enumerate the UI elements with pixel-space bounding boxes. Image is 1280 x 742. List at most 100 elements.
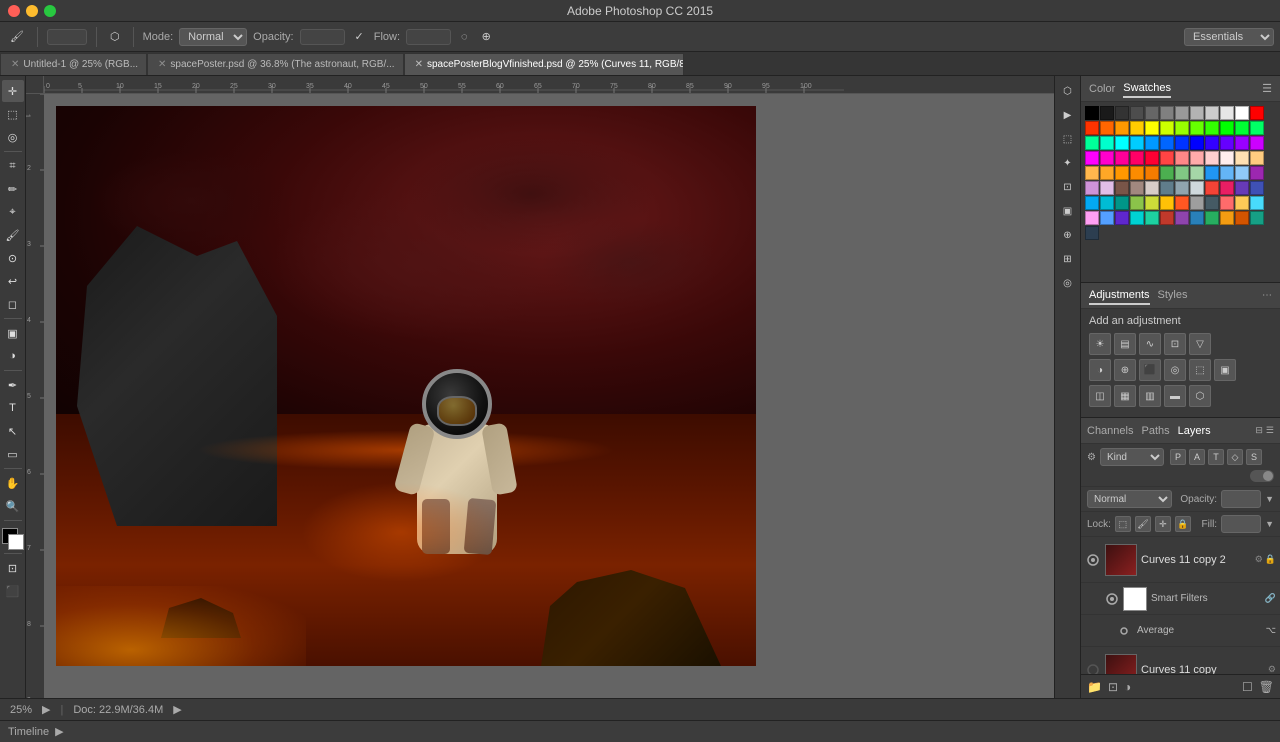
timeline-expand-icon[interactable]: ▶ <box>55 725 63 738</box>
move-tool[interactable]: ✛ <box>2 80 24 102</box>
quick-mask-tool[interactable]: ⊡ <box>2 557 24 579</box>
swatch-4d4d4d[interactable] <box>1130 106 1144 120</box>
swatch-795548[interactable] <box>1115 181 1129 195</box>
color-tab[interactable]: Color <box>1089 81 1115 97</box>
filter-smartobj-icon[interactable]: S <box>1246 449 1262 465</box>
history-tool[interactable]: ↩ <box>2 270 24 292</box>
swatch-16a085[interactable] <box>1250 211 1264 225</box>
minimize-button[interactable] <box>26 5 38 17</box>
canvas-area[interactable]: 0 5 10 15 20 25 30 35 40 <box>26 76 1054 698</box>
swatch-00ff00[interactable] <box>1220 121 1234 135</box>
swatch-00ff33[interactable] <box>1235 121 1249 135</box>
brush-size-input[interactable]: 584 <box>47 29 87 45</box>
panel-icon-4[interactable]: ✦ <box>1057 152 1079 174</box>
swatch-00ffff[interactable] <box>1115 136 1129 150</box>
tab-close-2[interactable]: ✕ <box>158 59 166 70</box>
lasso-tool[interactable]: ◎ <box>2 126 24 148</box>
bw-btn[interactable]: ⬛ <box>1139 359 1161 381</box>
swatch-f44336[interactable] <box>1205 181 1219 195</box>
swatch-ffff00[interactable] <box>1145 121 1159 135</box>
swatch-8e44ad[interactable] <box>1175 211 1189 225</box>
layer-visibility-curves11copy2[interactable] <box>1085 552 1101 568</box>
swatch-ff00cc[interactable] <box>1100 151 1114 165</box>
curves-btn[interactable]: ∿ <box>1139 333 1161 355</box>
swatch-00ccff[interactable] <box>1130 136 1144 150</box>
swatch-666666[interactable] <box>1145 106 1159 120</box>
swatch-0066ff[interactable] <box>1160 136 1174 150</box>
swatch-00bcd4[interactable] <box>1100 196 1114 210</box>
zoom-options-icon[interactable]: ▶ <box>42 703 50 716</box>
swatch-a1887f[interactable] <box>1130 181 1144 195</box>
canvas-document[interactable] <box>56 106 756 666</box>
hand-tool[interactable]: ✋ <box>2 472 24 494</box>
filter-kind-select[interactable]: Kind Name Effect Mode Attribute Color <box>1100 448 1164 466</box>
swatch-2980b9[interactable] <box>1190 211 1204 225</box>
brightness-contrast-btn[interactable]: ☀ <box>1089 333 1111 355</box>
layer-item-curves11copy2[interactable]: Curves 11 copy 2 ⚙ 🔒 <box>1081 537 1280 583</box>
filter-options-icon-1[interactable]: ⌥ <box>1266 625 1276 636</box>
swatch-ffd0d0[interactable] <box>1205 151 1219 165</box>
swatch-6600ff[interactable] <box>1220 136 1234 150</box>
swatch-ff0033[interactable] <box>1145 151 1159 165</box>
swatch-ff00ff[interactable] <box>1085 151 1099 165</box>
swatch-ff9ff3[interactable] <box>1085 211 1099 225</box>
gradient-tool[interactable]: ▣ <box>2 322 24 344</box>
symmetry-icon[interactable]: ⊕ <box>478 28 495 45</box>
swatch-3f51b5[interactable] <box>1250 181 1264 195</box>
workspace-select[interactable]: Essentials <box>1184 28 1274 46</box>
levels-btn[interactable]: ▤ <box>1114 333 1136 355</box>
opacity-input[interactable]: 30% <box>300 29 345 45</box>
swatch-33ff00[interactable] <box>1205 121 1219 135</box>
styles-tab[interactable]: Styles <box>1158 287 1188 305</box>
eyedropper-tool[interactable]: ✏ <box>2 178 24 200</box>
sub-layer-smartfilters-1[interactable]: Smart Filters 🔗 <box>1081 583 1280 615</box>
color-balance-btn[interactable]: ⊕ <box>1114 359 1136 381</box>
hue-sat-btn[interactable]: ◑ <box>1089 359 1111 381</box>
swatch-ff6b6b[interactable] <box>1220 196 1234 210</box>
swatches-tab[interactable]: Swatches <box>1123 80 1171 98</box>
swatch-673ab7[interactable] <box>1235 181 1249 195</box>
layers-menu-icon[interactable]: ☰ <box>1266 425 1274 436</box>
color-lookup-btn[interactable]: ▣ <box>1214 359 1236 381</box>
swatch-ff0000[interactable] <box>1250 106 1264 120</box>
swatch-9900ff[interactable] <box>1235 136 1249 150</box>
swatch-4caf50[interactable] <box>1160 166 1174 180</box>
brush-tool-icon[interactable]: 🖌 <box>6 28 28 45</box>
path-select-tool[interactable]: ↖ <box>2 420 24 442</box>
panel-menu-icon[interactable]: ☰ <box>1262 82 1272 95</box>
swatch-ffb74d[interactable] <box>1085 166 1099 180</box>
swatch-ff6600[interactable] <box>1100 121 1114 135</box>
swatch-c0392b[interactable] <box>1160 211 1174 225</box>
filter-toggle[interactable] <box>1250 470 1274 482</box>
swatch-ce93d8[interactable] <box>1085 181 1099 195</box>
swatch-ffaaaa[interactable] <box>1190 151 1204 165</box>
swatch-00d2d3[interactable] <box>1130 211 1144 225</box>
add-adjustment-icon[interactable]: ◑ <box>1124 680 1131 694</box>
fill-input[interactable]: 100% <box>1221 515 1261 533</box>
panel-icon-2[interactable]: ▶ <box>1057 104 1079 126</box>
new-group-icon[interactable]: 📁 <box>1087 680 1102 694</box>
filter-adj-icon[interactable]: A <box>1189 449 1205 465</box>
swatch-cddc39[interactable] <box>1145 196 1159 210</box>
select-tool[interactable]: ⬚ <box>2 103 24 125</box>
layer-item-curves11copy[interactable]: Curves 11 copy ⚙ <box>1081 647 1280 674</box>
swatch-ffa726[interactable] <box>1100 166 1114 180</box>
document-tab-3[interactable]: ✕ spacePosterBlogVfinished.psd @ 25% (Cu… <box>404 53 684 75</box>
layer-visibility-curves11copy[interactable] <box>1085 662 1101 675</box>
layer-options-icon-2[interactable]: ⚙ <box>1268 664 1276 674</box>
document-tab-1[interactable]: ✕ Untitled-1 @ 25% (RGB... <box>0 53 147 75</box>
swatch-ff4444[interactable] <box>1160 151 1174 165</box>
photo-filter-btn[interactable]: ◎ <box>1164 359 1186 381</box>
vibrance-btn[interactable]: ▽ <box>1189 333 1211 355</box>
swatch-e6e6e6[interactable] <box>1220 106 1234 120</box>
close-button[interactable] <box>8 5 20 17</box>
tab-close-3[interactable]: ✕ <box>415 59 423 70</box>
swatch-ffcc80[interactable] <box>1250 151 1264 165</box>
swatch-81c784[interactable] <box>1175 166 1189 180</box>
swatch-ffffff[interactable] <box>1235 106 1249 120</box>
eraser-tool[interactable]: ◻ <box>2 293 24 315</box>
selective-color-btn[interactable]: ⬡ <box>1189 385 1211 407</box>
swatch-ccff00[interactable] <box>1160 121 1174 135</box>
swatch-03a9f4[interactable] <box>1085 196 1099 210</box>
swatch-5f27cd[interactable] <box>1115 211 1129 225</box>
